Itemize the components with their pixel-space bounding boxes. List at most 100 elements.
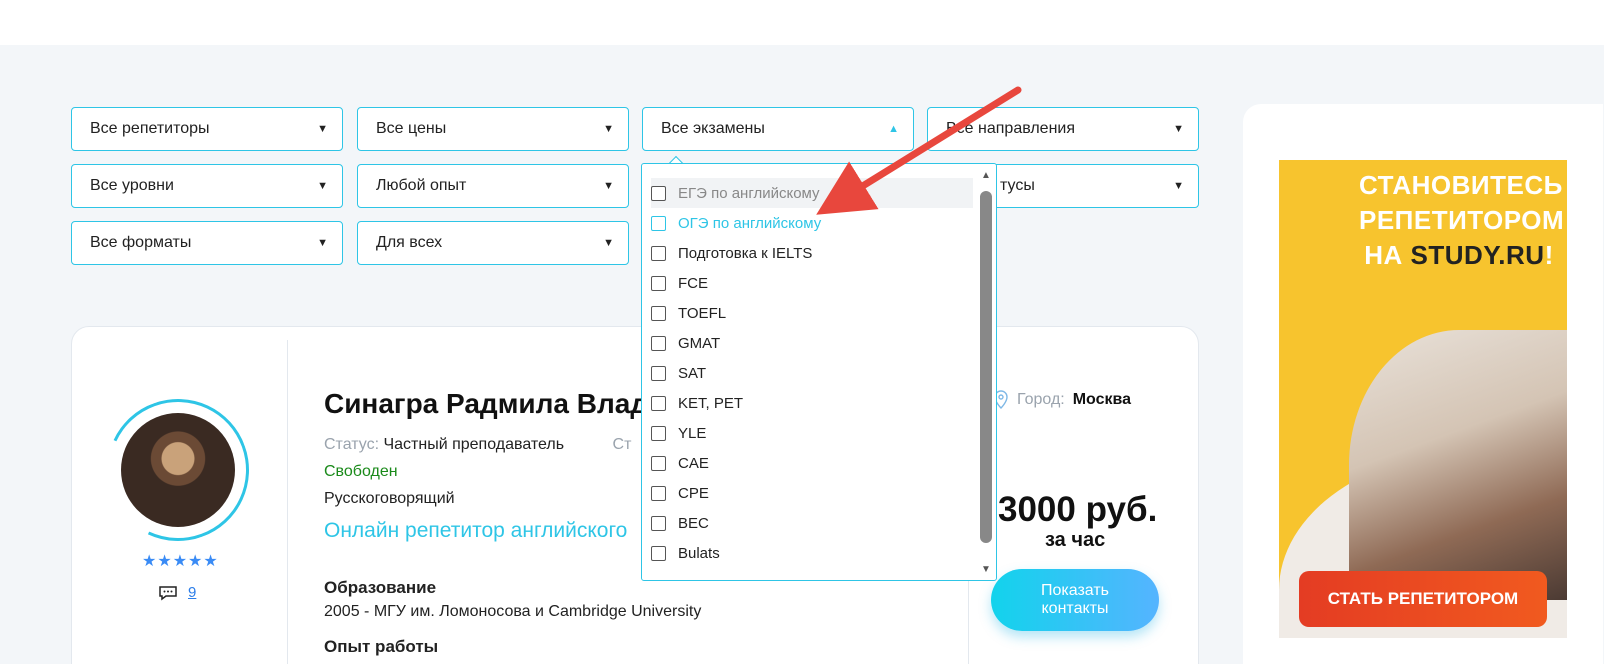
chevron-down-icon: ▼ [603, 180, 614, 192]
exam-option[interactable]: ОГЭ по английскому [651, 208, 973, 238]
filter-exams-label: Все экзамены [661, 120, 765, 137]
city-value: Москва [1072, 391, 1132, 408]
contacts-button-line2: контакты [1041, 600, 1109, 617]
filter-experience-label: Любой опыт [376, 177, 467, 194]
comment-icon [159, 585, 177, 600]
filter-formats-label: Все форматы [90, 234, 192, 251]
banner-line1: СТАНОВИТЕСЬ [1359, 170, 1563, 200]
promo-banner[interactable]: СТАНОВИТЕСЬ РЕПЕТИТОРОМ НА STUDY.RU! СТА… [1279, 160, 1567, 638]
scrollbar-thumb[interactable] [980, 191, 992, 543]
checkbox[interactable] [651, 275, 666, 291]
exam-option[interactable]: CPE [651, 478, 973, 508]
exam-option-label: SAT [678, 364, 707, 382]
status-value: Частный преподаватель [383, 436, 565, 453]
exam-option[interactable]: KET, PET [651, 388, 973, 418]
banner-headline: СТАНОВИТЕСЬ РЕПЕТИТОРОМ НА STUDY.RU! [1359, 168, 1565, 273]
checkbox[interactable] [651, 335, 666, 351]
checkbox[interactable] [651, 245, 666, 261]
checkbox[interactable] [651, 215, 666, 231]
banner-brand: STUDY.RU [1410, 240, 1545, 270]
show-contacts-button[interactable]: Показать контакты [991, 569, 1159, 631]
language-text: Русскоговорящий [324, 490, 455, 507]
scroll-up-icon[interactable]: ▲ [981, 170, 991, 181]
chevron-down-icon: ▼ [1173, 123, 1184, 135]
status-cut: Ст [612, 436, 632, 453]
exam-option[interactable]: Подготовка к IELTS [651, 238, 973, 268]
exam-dropdown-list[interactable]: ЕГЭ по английскому ОГЭ по английскому По… [641, 163, 997, 581]
availability-status: Свободен [324, 463, 398, 480]
filter-prices-label: Все цены [376, 120, 447, 137]
filter-prices[interactable]: Все цены ▼ [357, 107, 629, 151]
filter-audience[interactable]: Для всех ▼ [357, 221, 629, 265]
scroll-down-icon[interactable]: ▼ [981, 564, 991, 575]
exam-option[interactable]: ЕГЭ по английскому [651, 178, 973, 208]
exam-option-label: ОГЭ по английскому [678, 214, 822, 232]
banner-line3-suffix: ! [1544, 240, 1554, 270]
become-tutor-button[interactable]: СТАТЬ РЕПЕТИТОРОМ [1299, 571, 1547, 627]
chevron-up-icon: ▲ [888, 123, 899, 135]
banner-photo [1349, 330, 1567, 600]
experience-heading: Опыт работы [324, 637, 439, 656]
avatar[interactable] [121, 413, 235, 527]
exam-option-label: YLE [678, 424, 707, 442]
filter-tutors[interactable]: Все репетиторы ▼ [71, 107, 343, 151]
subject-link[interactable]: Онлайн репетитор английского [324, 519, 627, 543]
filter-experience[interactable]: Любой опыт ▼ [357, 164, 629, 208]
price: 3000 руб. [998, 490, 1158, 529]
checkbox[interactable] [651, 515, 666, 531]
exam-option[interactable]: YLE [651, 418, 973, 448]
tutor-name[interactable]: Синагра Радмила Влад [324, 388, 648, 420]
filter-levels[interactable]: Все уровни ▼ [71, 164, 343, 208]
exam-option[interactable]: FCE [651, 268, 973, 298]
exam-option-label: TOEFL [678, 304, 727, 322]
reviews: 9 [158, 584, 196, 601]
exam-option-label: CAE [678, 454, 709, 472]
exam-option-label: CPE [678, 484, 709, 502]
checkbox[interactable] [651, 425, 666, 441]
exam-option-label: Bulats [678, 544, 720, 562]
checkbox[interactable] [651, 545, 666, 561]
chevron-down-icon: ▼ [317, 123, 328, 135]
education-heading: Образование [324, 578, 437, 597]
checkbox[interactable] [651, 365, 666, 381]
education-text: 2005 - МГУ им. Ломоносова и Cambridge Un… [324, 603, 702, 620]
exam-option-label: FCE [678, 274, 708, 292]
chevron-down-icon: ▼ [1173, 180, 1184, 192]
checkbox[interactable] [651, 455, 666, 471]
reviews-count-link[interactable]: 9 [188, 584, 196, 601]
price-unit: за час [1045, 529, 1106, 551]
city-label: Город: [1017, 391, 1065, 408]
exam-option-label: BEC [678, 514, 709, 532]
checkbox[interactable] [651, 485, 666, 501]
exam-option-label: ЕГЭ по английскому [678, 184, 820, 202]
filter-exams[interactable]: Все экзамены ▲ [642, 107, 914, 151]
chevron-down-icon: ▼ [603, 123, 614, 135]
exam-option-label: Подготовка к IELTS [678, 244, 813, 262]
chevron-down-icon: ▼ [317, 237, 328, 249]
exam-option[interactable]: SAT [651, 358, 973, 388]
contacts-button-line1: Показать [1040, 582, 1109, 599]
exam-option[interactable]: Bulats [651, 538, 973, 568]
chevron-down-icon: ▼ [603, 237, 614, 249]
exam-option[interactable]: CAE [651, 448, 973, 478]
banner-line2: РЕПЕТИТОРОМ [1359, 205, 1565, 235]
banner-line3: НА STUDY.RU! [1359, 238, 1559, 273]
status-line: Статус: Частный преподаватель Ст [324, 436, 631, 454]
filter-formats[interactable]: Все форматы ▼ [71, 221, 343, 265]
filter-directions[interactable]: Все направления ▼ [927, 107, 1199, 151]
exam-option[interactable]: BEC [651, 508, 973, 538]
city-info: Город: Москва [993, 390, 1131, 410]
exam-option-label: GMAT [678, 334, 721, 352]
banner-line3-prefix: НА [1364, 240, 1411, 270]
card-divider-left [287, 340, 288, 664]
filter-levels-label: Все уровни [90, 177, 174, 194]
rating-stars: ★★★★★ [142, 553, 219, 570]
filter-audience-label: Для всех [376, 234, 443, 251]
checkbox[interactable] [651, 395, 666, 411]
checkbox[interactable] [651, 185, 666, 201]
exam-option[interactable]: TOEFL [651, 298, 973, 328]
exam-option[interactable]: GMAT [651, 328, 973, 358]
exam-option-label: KET, PET [678, 394, 744, 412]
filter-tutors-label: Все репетиторы [90, 120, 210, 137]
checkbox[interactable] [651, 305, 666, 321]
